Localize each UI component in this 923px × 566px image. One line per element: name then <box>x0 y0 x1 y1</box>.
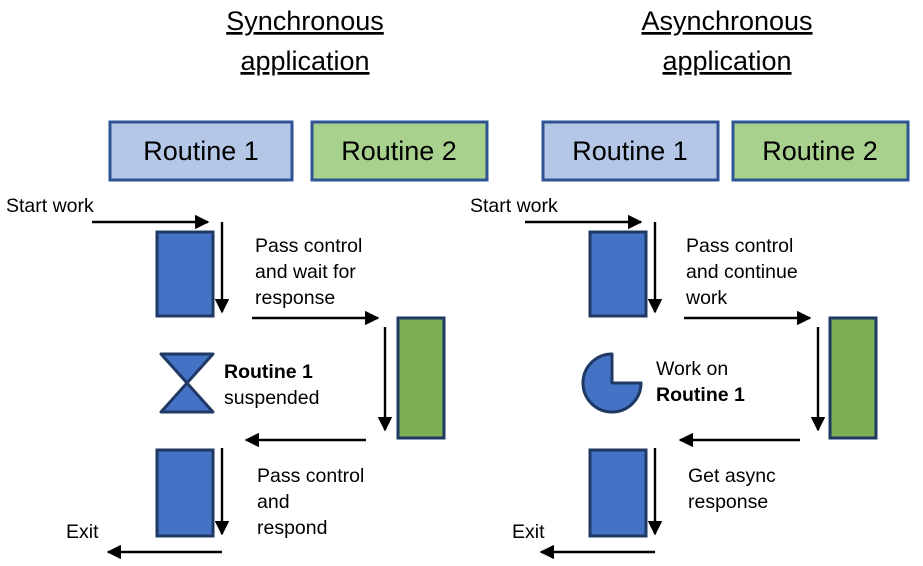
routine-2-activation-bar-async <box>828 316 878 440</box>
routine-1-activation-bar-2 <box>155 448 215 538</box>
edge-label-async-line-2: and continue <box>686 261 798 283</box>
chip-routine-1[interactable]: Routine 1 <box>108 120 294 182</box>
panel-title-line2: application <box>240 46 369 76</box>
routine-2-activation-bar <box>396 316 446 440</box>
edge-label-async-2-line-2: response <box>688 491 768 513</box>
chip-routine-2-async[interactable]: Routine 2 <box>731 120 910 182</box>
panel-title-line2-async: application <box>662 46 791 76</box>
async-vs-sync-diagram: Synchronous application Routine 1 Routin… <box>0 0 923 566</box>
chip-routine-1-async[interactable]: Routine 1 <box>541 120 720 182</box>
canvas-background <box>0 0 923 566</box>
state-text-plain-async: Work on <box>656 358 728 380</box>
edge-label-async-2-line-1: Get async <box>688 465 776 487</box>
edge-label-2-line-3: respond <box>257 517 327 539</box>
chip-routine-2[interactable]: Routine 2 <box>310 120 489 182</box>
edge-label-async-line-1: Pass control <box>686 235 793 257</box>
state-text-plain: suspended <box>224 387 319 409</box>
routine-1-activation-bar-1-async <box>588 230 648 318</box>
edge-label-line-1: Pass control <box>255 235 362 257</box>
chip-routine-1-label: Routine 1 <box>143 136 259 166</box>
edge-label-line-3: response <box>255 287 335 309</box>
entry-label-async: Start work <box>470 195 558 217</box>
state-text-bold: Routine 1 <box>224 361 313 383</box>
routine-1-activation-bar-2-async <box>588 448 648 538</box>
state-text-bold-async: Routine 1 <box>656 384 745 406</box>
edge-label-line-2: and wait for <box>255 261 356 283</box>
panel-title-line1: Synchronous <box>226 6 384 36</box>
chip-routine-2-label: Routine 2 <box>341 136 457 166</box>
exit-label: Exit <box>66 521 99 543</box>
exit-label-async: Exit <box>512 521 545 543</box>
chip-routine-1-label-async: Routine 1 <box>572 136 688 166</box>
routine-1-activation-bar-1 <box>155 230 215 318</box>
panel-title-line1-async: Asynchronous <box>641 6 812 36</box>
edge-label-2-line-2: and <box>257 491 290 513</box>
entry-label: Start work <box>6 195 94 217</box>
edge-label-2-line-1: Pass control <box>257 465 364 487</box>
diagram-canvas: Synchronous application Routine 1 Routin… <box>0 0 923 566</box>
edge-label-async-line-3: work <box>685 287 727 309</box>
chip-routine-2-label-async: Routine 2 <box>762 136 878 166</box>
